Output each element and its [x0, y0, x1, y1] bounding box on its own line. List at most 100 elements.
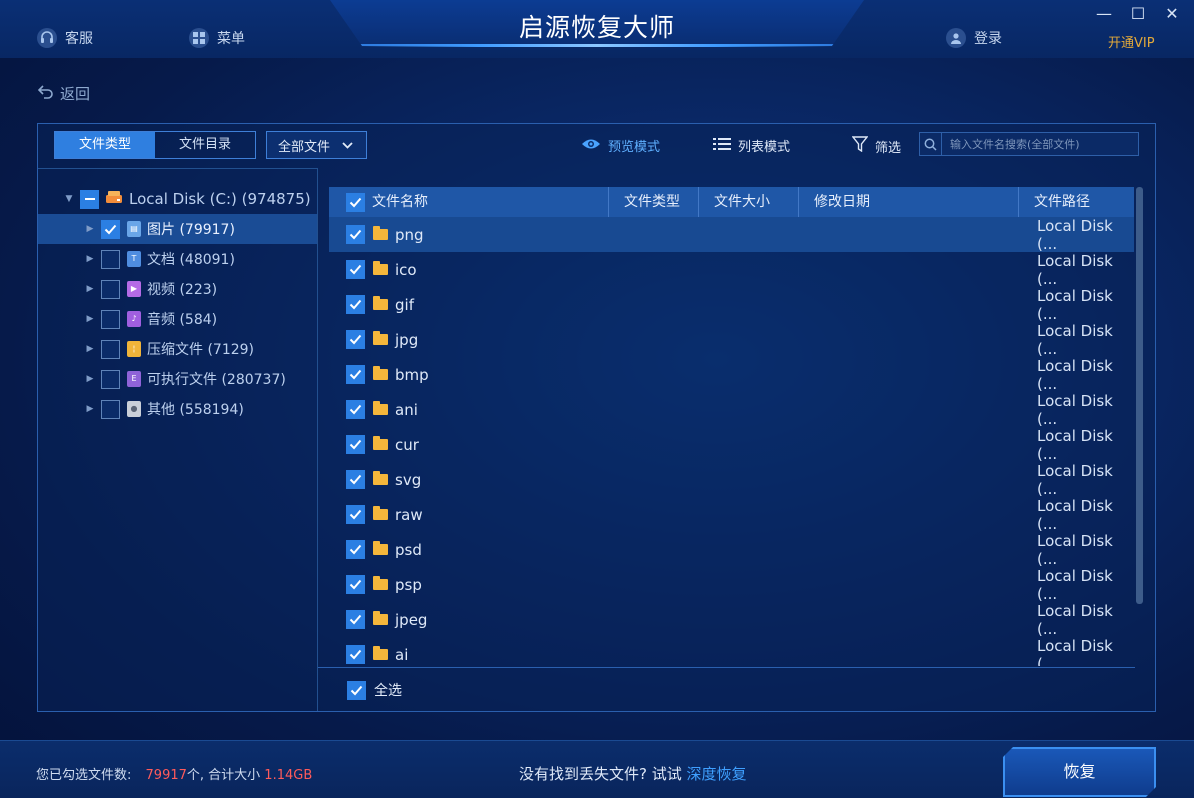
- selection-summary: 您已勾选文件数: 79917个, 合计大小 1.14GB: [36, 764, 312, 783]
- title-glow-line: [360, 44, 834, 47]
- file-filter-select[interactable]: 全部文件: [266, 131, 367, 159]
- back-button[interactable]: 返回: [37, 83, 90, 104]
- folder-icon: [373, 366, 388, 380]
- row-checkbox[interactable]: [346, 365, 365, 384]
- caret-right-icon[interactable]: ▶: [84, 284, 96, 294]
- close-button[interactable]: ✕: [1160, 4, 1184, 24]
- menu-button[interactable]: 菜单: [189, 28, 245, 48]
- column-file-path[interactable]: 文件路径: [1019, 187, 1134, 217]
- tree-item-other[interactable]: ▶ ● 其他 (558194): [38, 394, 317, 424]
- column-modified-date[interactable]: 修改日期: [799, 187, 1019, 217]
- image-icon: ▤: [127, 221, 141, 237]
- table-row[interactable]: ico Local Disk (...: [329, 252, 1134, 288]
- row-checkbox[interactable]: [346, 470, 365, 489]
- checkmark-icon: [349, 299, 362, 310]
- recover-button[interactable]: 恢复: [1003, 747, 1156, 797]
- row-checkbox[interactable]: [346, 225, 365, 244]
- row-checkbox[interactable]: [346, 505, 365, 524]
- customer-service-label: 客服: [65, 31, 93, 47]
- tree-item-checkbox[interactable]: [101, 219, 120, 239]
- close-icon: ✕: [1165, 4, 1179, 23]
- tree-item-videos[interactable]: ▶ ▶ 视频 (223): [38, 274, 317, 304]
- caret-right-icon[interactable]: ▶: [84, 374, 96, 384]
- filter-button[interactable]: 筛选: [851, 136, 901, 156]
- table-row[interactable]: jpeg Local Disk (...: [329, 602, 1134, 638]
- tree-item-checkbox[interactable]: [101, 369, 120, 389]
- tab-file-type[interactable]: 文件类型: [55, 132, 155, 158]
- select-all-control[interactable]: 全选: [347, 680, 402, 700]
- tree-item-checkbox[interactable]: [101, 339, 120, 359]
- header-select-all-checkbox[interactable]: [346, 192, 365, 212]
- tree-item-documents[interactable]: ▶ T 文档 (48091): [38, 244, 317, 274]
- folder-icon: [373, 576, 388, 590]
- search-input[interactable]: [942, 137, 1132, 151]
- search-icon: [920, 133, 942, 155]
- user-avatar-icon: [946, 28, 966, 48]
- row-checkbox[interactable]: [346, 260, 365, 279]
- row-checkbox[interactable]: [346, 435, 365, 454]
- headset-icon: [37, 28, 57, 48]
- tree-root-checkbox[interactable]: [80, 189, 99, 209]
- caret-right-icon[interactable]: ▶: [84, 404, 96, 414]
- column-file-type[interactable]: 文件类型: [609, 187, 699, 217]
- table-row[interactable]: cur Local Disk (...: [329, 426, 1134, 463]
- login-button[interactable]: 登录: [946, 28, 1002, 48]
- table-row[interactable]: psd Local Disk (...: [329, 532, 1134, 568]
- total-size: 1.14GB: [264, 768, 313, 783]
- table-row[interactable]: svg Local Disk (...: [329, 462, 1134, 498]
- select-all-checkbox[interactable]: [347, 680, 366, 700]
- tree-root-local-disk[interactable]: ▼ Local Disk (C:) (974875): [38, 184, 317, 214]
- row-file-path: Local Disk (...: [1037, 496, 1113, 533]
- row-file-path: Local Disk (...: [1037, 426, 1113, 463]
- vip-link[interactable]: 开通VIP: [1108, 32, 1155, 51]
- audio-icon: ♪: [127, 311, 141, 327]
- table-row[interactable]: raw Local Disk (...: [329, 496, 1134, 533]
- table-row[interactable]: bmp Local Disk (...: [329, 357, 1134, 393]
- checkmark-icon: [349, 404, 362, 415]
- row-checkbox[interactable]: [346, 575, 365, 594]
- caret-right-icon[interactable]: ▶: [84, 224, 96, 234]
- hint-text: 没有找到丢失文件? 试试: [519, 765, 682, 783]
- table-row[interactable]: gif Local Disk (...: [329, 287, 1134, 323]
- tree-item-audio[interactable]: ▶ ♪ 音频 (584): [38, 304, 317, 334]
- table-row[interactable]: ai Local Disk (...: [329, 637, 1134, 666]
- caret-right-icon[interactable]: ▶: [84, 344, 96, 354]
- search-box: [919, 132, 1139, 156]
- tree-item-executables[interactable]: ▶ E 可执行文件 (280737): [38, 364, 317, 394]
- table-scrollbar[interactable]: [1136, 187, 1143, 604]
- row-checkbox[interactable]: [346, 540, 365, 559]
- archive-icon: ¦: [127, 341, 141, 357]
- tree-item-checkbox[interactable]: [101, 399, 120, 419]
- list-mode-button[interactable]: 列表模式: [713, 136, 790, 155]
- tree-item-checkbox[interactable]: [101, 309, 120, 329]
- customer-service-button[interactable]: 客服: [37, 28, 93, 48]
- caret-right-icon[interactable]: ▶: [84, 314, 96, 324]
- table-row[interactable]: png Local Disk (...: [329, 217, 1134, 253]
- tree-item-checkbox[interactable]: [101, 249, 120, 269]
- minimize-button[interactable]: —: [1092, 4, 1116, 24]
- row-checkbox[interactable]: [346, 645, 365, 664]
- tree-item-archives[interactable]: ▶ ¦ 压缩文件 (7129): [38, 334, 317, 364]
- caret-right-icon[interactable]: ▶: [84, 254, 96, 264]
- tree-item-label: 图片 (79917): [147, 222, 235, 238]
- row-file-name: jpeg: [395, 610, 428, 629]
- tree-item-label: 压缩文件 (7129): [147, 342, 255, 358]
- row-checkbox[interactable]: [346, 330, 365, 349]
- row-checkbox[interactable]: [346, 295, 365, 314]
- tree-item-checkbox[interactable]: [101, 279, 120, 299]
- table-row[interactable]: psp Local Disk (...: [329, 567, 1134, 603]
- tree-item-images[interactable]: ▶ ▤ 图片 (79917): [38, 214, 317, 244]
- tab-file-directory[interactable]: 文件目录: [155, 132, 255, 158]
- maximize-button[interactable]: ☐: [1126, 4, 1150, 24]
- row-checkbox[interactable]: [346, 400, 365, 419]
- table-row[interactable]: jpg Local Disk (...: [329, 322, 1134, 358]
- column-file-size[interactable]: 文件大小: [699, 187, 799, 217]
- preview-mode-button[interactable]: 预览模式: [581, 136, 660, 155]
- tree-root-label: Local Disk (C:) (974875): [129, 190, 311, 208]
- row-checkbox[interactable]: [346, 610, 365, 629]
- deep-recovery-hint: 没有找到丢失文件? 试试 深度恢复: [519, 763, 747, 784]
- caret-down-icon[interactable]: ▼: [63, 194, 75, 204]
- table-row[interactable]: ani Local Disk (...: [329, 392, 1134, 428]
- column-file-name[interactable]: 文件名称: [329, 187, 609, 217]
- deep-recovery-link[interactable]: 深度恢复: [687, 765, 747, 783]
